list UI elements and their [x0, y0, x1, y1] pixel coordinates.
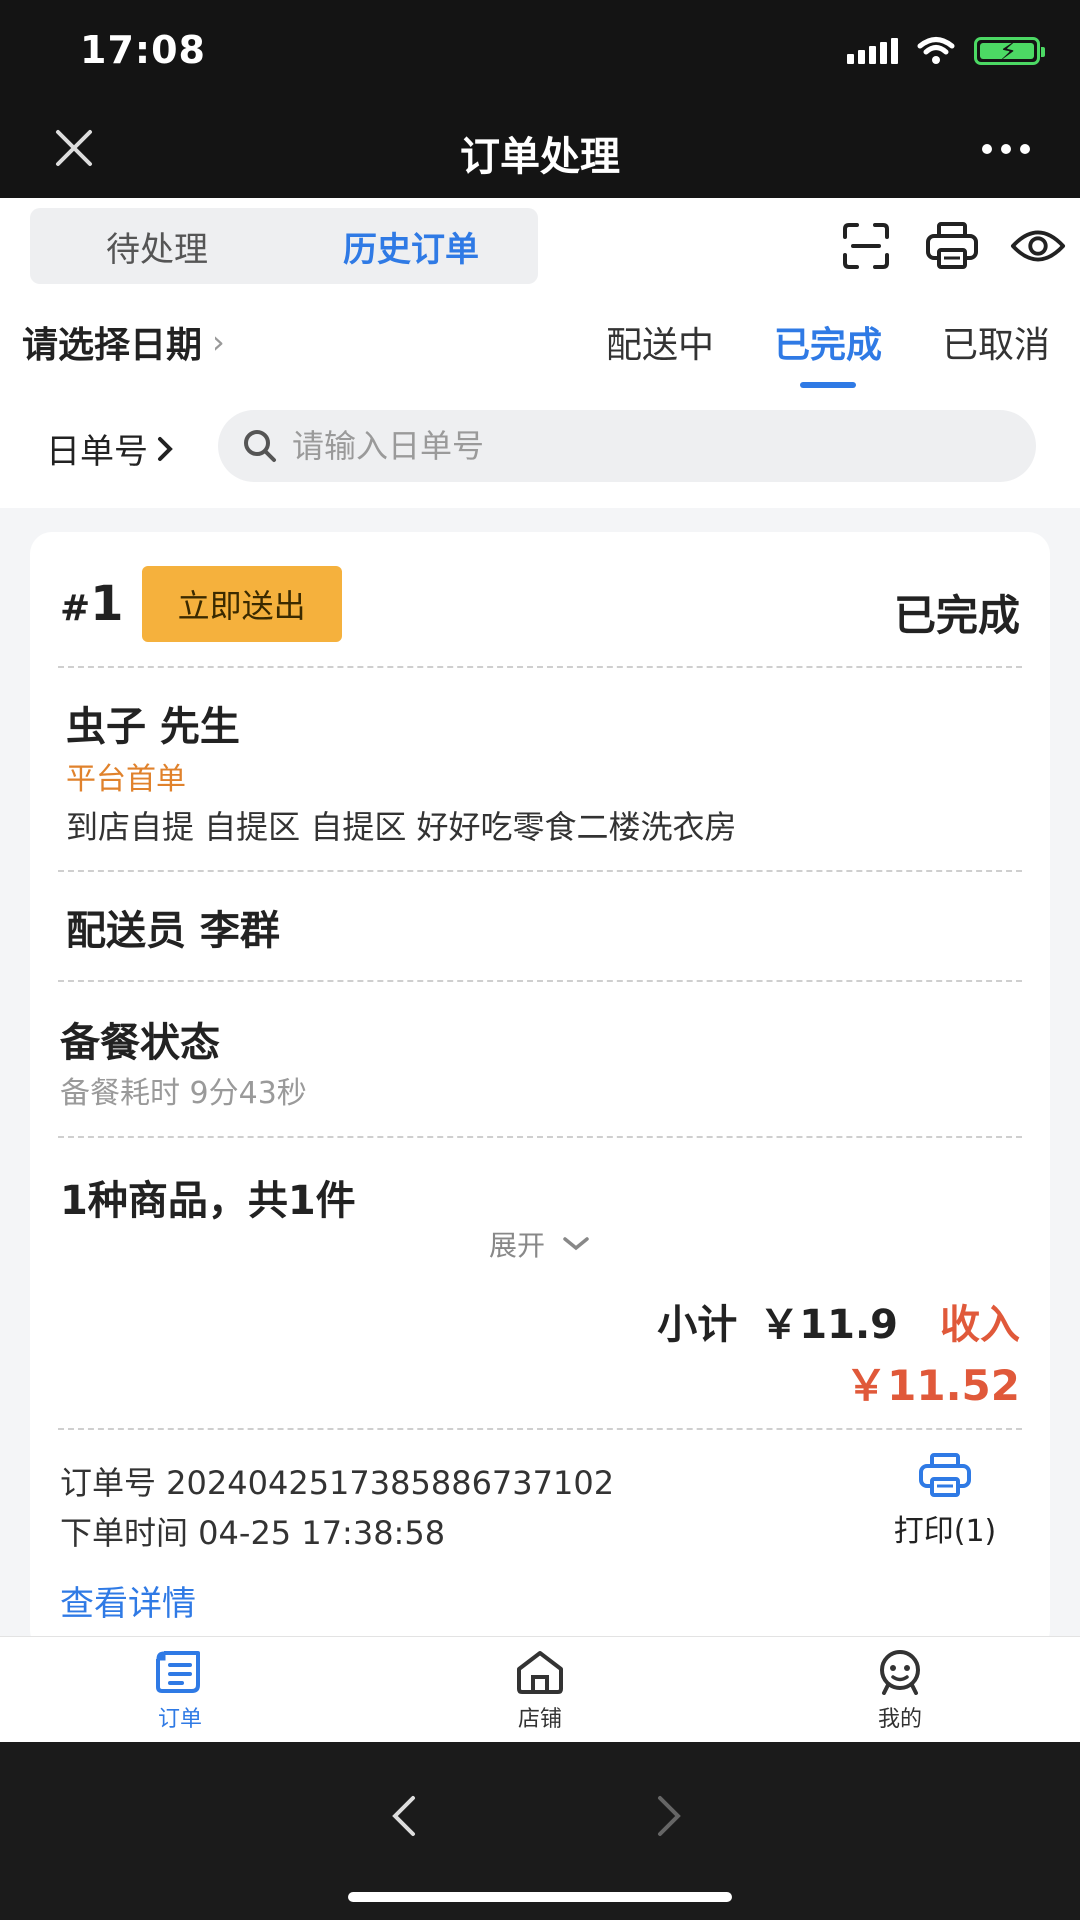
preview-button[interactable]: [1010, 218, 1066, 274]
subtotal-row: 小计 ￥11.9 收入: [657, 1292, 1020, 1350]
order-time: 下单时间 04-25 17:38:58: [60, 1514, 446, 1552]
tabbar-item-orders[interactable]: 订单: [0, 1637, 360, 1742]
wifi-icon: [917, 37, 955, 64]
divider: [58, 666, 1022, 668]
prep-time: 备餐耗时 9分43秒: [60, 1076, 307, 1111]
expand-toggle[interactable]: 展开: [30, 1224, 1050, 1264]
profile-icon: [880, 1650, 920, 1695]
tab-delivering[interactable]: 配送中: [606, 316, 714, 388]
tabbar-label-store: 店铺: [517, 1707, 562, 1732]
scan-button[interactable]: [838, 218, 894, 274]
page-title: 订单处理: [460, 134, 620, 180]
tabbar-label-profile: 我的: [877, 1707, 922, 1732]
chevron-right-icon: ›: [212, 323, 225, 361]
status-time: 17:08: [80, 28, 206, 72]
tab-pending[interactable]: 待处理: [30, 208, 284, 284]
tabbar-label-orders: 订单: [157, 1707, 202, 1732]
order-card: #1 立即送出 已完成 虫子 先生 平台首单 到店自提 自提区 自提区 好好吃零…: [30, 532, 1050, 1652]
divider: [58, 1136, 1022, 1138]
forward-arrow-icon[interactable]: [652, 1792, 688, 1840]
divider: [58, 980, 1022, 982]
income-label: 收入: [940, 1302, 1020, 1348]
rider-info: 配送员 李群: [66, 908, 280, 954]
eye-icon: [1010, 230, 1066, 262]
customer-tag: 平台首单: [66, 762, 186, 797]
order-icon: [156, 1651, 200, 1693]
tab-cancelled[interactable]: 已取消: [942, 316, 1050, 388]
print-all-button[interactable]: [924, 218, 980, 274]
customer-name: 虫子 先生: [66, 704, 240, 750]
divider: [58, 870, 1022, 872]
prep-status-title: 备餐状态: [60, 1020, 220, 1066]
printer-icon: [919, 1453, 971, 1497]
order-index: #1: [60, 576, 124, 632]
home-indicator: [348, 1892, 732, 1902]
tabbar-item-store[interactable]: 店铺: [360, 1637, 720, 1742]
order-status: 已完成: [893, 591, 1020, 640]
view-details-link[interactable]: 查看详情: [60, 1576, 196, 1625]
date-picker[interactable]: 请选择日期 ›: [22, 316, 225, 368]
store-icon: [517, 1651, 563, 1694]
segment-control: 待处理 历史订单: [30, 208, 538, 284]
more-icon[interactable]: [982, 144, 1030, 154]
browser-toolbar: [0, 1742, 1080, 1920]
tab-history-orders[interactable]: 历史订单: [284, 208, 538, 284]
scan-icon: [843, 223, 889, 269]
expand-label: 展开: [488, 1229, 545, 1262]
search-box[interactable]: [218, 410, 1036, 482]
chevron-down-icon: [563, 1237, 589, 1251]
search-input[interactable]: [292, 427, 992, 465]
subtotal-amount: ￥11.9: [759, 1302, 898, 1348]
back-arrow-icon[interactable]: [385, 1792, 421, 1840]
printer-icon: [926, 222, 978, 269]
status-icons: ⚡: [847, 36, 1045, 67]
nav-bar: 订单处理: [0, 100, 1080, 198]
order-number-filter[interactable]: 日单号: [46, 424, 174, 473]
bottom-tab-bar: 订单 店铺 我的: [0, 1636, 1080, 1742]
divider: [58, 1428, 1022, 1430]
print-button[interactable]: 打印(1): [880, 1452, 1010, 1550]
tab-completed[interactable]: 已完成: [774, 316, 882, 388]
subtotal-label: 小计: [657, 1302, 738, 1348]
status-bar: 17:08 ⚡: [0, 0, 1080, 100]
chevron-right-icon: [158, 436, 173, 461]
filter-area: 待处理 历史订单 请选择日期 › 配送中 已完成 已取消 日单号 请输入日单号: [0, 198, 1080, 508]
tabbar-item-profile[interactable]: 我的: [720, 1637, 1080, 1742]
toolbar: [838, 218, 1066, 274]
income-amount: ￥11.52: [845, 1361, 1020, 1410]
battery-icon: ⚡: [974, 37, 1045, 67]
send-now-button[interactable]: 立即送出: [141, 566, 342, 642]
goods-summary: 1种商品，共1件: [60, 1178, 356, 1224]
order-number: 订单号 20240425173858867371​02: [60, 1464, 615, 1502]
delivery-address: 到店自提 自提区 自提区 好好吃零食二楼洗衣房: [66, 808, 737, 846]
search-icon: [244, 430, 276, 462]
order-number-filter-label: 日单号: [46, 432, 148, 472]
print-label: 打印(1): [893, 1514, 997, 1549]
status-tabs: 配送中 已完成 已取消: [606, 316, 1050, 388]
signal-icon: [847, 38, 898, 64]
date-picker-label: 请选择日期: [22, 325, 203, 366]
order-header: #1 立即送出: [60, 566, 342, 642]
